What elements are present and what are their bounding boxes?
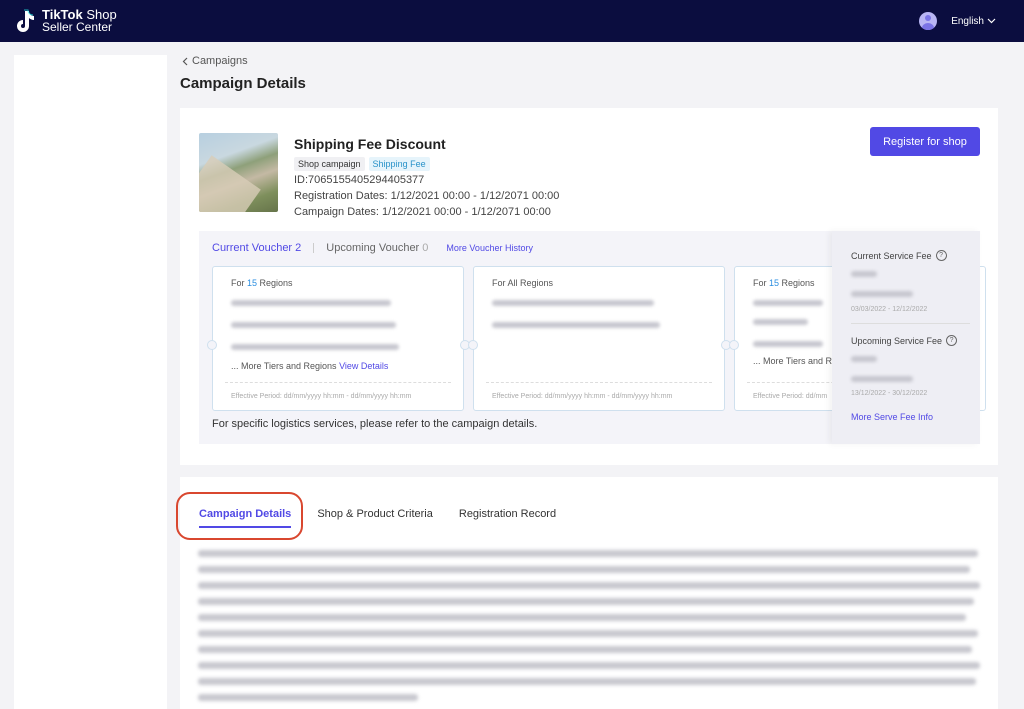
blurred-description — [198, 550, 978, 557]
more-tiers-text: ... More Tiers and Regions — [231, 361, 340, 371]
blurred-description — [198, 582, 980, 589]
blurred-description — [198, 678, 976, 685]
blurred-fee — [851, 291, 913, 297]
help-icon[interactable]: ? — [935, 250, 947, 261]
language-selector[interactable]: English — [951, 16, 996, 27]
blurred-tier — [231, 300, 391, 306]
top-bar: TikTok Shop Seller Center English — [0, 0, 1024, 42]
card-notch — [207, 340, 217, 350]
tiktok-logo-icon — [17, 9, 34, 32]
blurred-description — [198, 598, 974, 605]
voucher-region-suffix: Regions — [257, 278, 293, 288]
tab-shop-product-criteria[interactable]: Shop & Product Criteria — [317, 508, 433, 520]
tag-shop-campaign: Shop campaign — [294, 157, 365, 171]
voucher-region-prefix: For — [231, 278, 248, 288]
breadcrumb-campaigns[interactable]: Campaigns — [192, 55, 248, 67]
blurred-description — [198, 630, 978, 637]
registration-dates: Registration Dates: 1/12/2021 00:00 - 1/… — [294, 190, 560, 202]
chevron-down-icon — [987, 18, 996, 24]
effective-period: Effective Period: dd/mm — [753, 393, 828, 400]
voucher-region-prefix: For — [753, 278, 770, 288]
chevron-left-icon — [182, 57, 188, 65]
blurred-fee — [851, 271, 877, 277]
blurred-fee — [851, 376, 913, 382]
current-service-fee-label: Current Service Fee — [851, 250, 932, 261]
blurred-description — [198, 694, 418, 701]
user-avatar[interactable] — [919, 12, 938, 30]
blurred-description — [198, 566, 970, 573]
current-fee-dates: 03/03/2022 - 12/12/2022 — [851, 306, 928, 313]
tab-upcoming-voucher[interactable]: Upcoming Voucher 0 — [326, 242, 428, 254]
voucher-card: For All Regions Effective Period: dd/mm/… — [473, 266, 725, 411]
upcoming-service-fee-label: Upcoming Service Fee — [851, 335, 943, 346]
tag-shipping-fee: Shipping Fee — [368, 157, 430, 171]
card-notch — [468, 340, 478, 350]
voucher-section: Current Voucher 2 Upcoming Voucher 0 Mor… — [199, 231, 986, 444]
upcoming-voucher-label: Upcoming Voucher — [326, 242, 420, 254]
blurred-description — [198, 614, 966, 621]
card-notch — [729, 340, 739, 350]
more-service-fee-info-link[interactable]: More Serve Fee Info — [851, 412, 933, 422]
language-label: English — [951, 15, 984, 27]
upcoming-voucher-count: 0 — [422, 242, 429, 254]
upcoming-fee-dates: 13/12/2022 - 30/12/2022 — [851, 390, 928, 397]
tab-divider — [313, 243, 315, 253]
effective-period: Effective Period: dd/mm/yyyy hh:mm - dd/… — [492, 393, 673, 400]
divider — [225, 382, 451, 383]
blurred-description — [198, 646, 972, 653]
campaign-thumbnail — [199, 133, 278, 212]
campaign-dates: Campaign Dates: 1/12/2021 00:00 - 1/12/2… — [294, 206, 551, 218]
blurred-tier — [231, 344, 399, 350]
divider — [851, 323, 970, 324]
logistics-note: For specific logistics services, please … — [212, 418, 538, 430]
campaign-name: Shipping Fee Discount — [294, 136, 446, 152]
details-tabs: Campaign Details Shop & Product Criteria… — [199, 508, 556, 528]
blurred-tier — [753, 341, 823, 347]
blurred-tier — [492, 322, 660, 328]
blurred-fee — [851, 356, 877, 362]
tab-registration-record[interactable]: Registration Record — [459, 508, 556, 520]
register-for-shop-button[interactable]: Register for shop — [870, 127, 980, 156]
help-icon[interactable]: ? — [946, 335, 958, 346]
tab-campaign-details[interactable]: Campaign Details — [199, 508, 292, 528]
voucher-region-suffix: Regions — [779, 278, 815, 288]
tab-current-voucher[interactable]: Current Voucher 2 — [212, 242, 301, 254]
more-tiers-text: ... More Tiers and R — [753, 356, 833, 366]
brand-subtitle: Seller Center — [42, 20, 113, 34]
campaign-id: ID:7065155405294405377 — [294, 174, 425, 186]
blurred-tier — [231, 322, 396, 328]
more-voucher-history-link[interactable]: More Voucher History — [446, 243, 533, 253]
voucher-card: For 15 Regions ... More Tiers and Region… — [212, 266, 464, 411]
service-fee-panel: Current Service Fee? 03/03/2022 - 12/12/… — [832, 231, 980, 444]
view-details-link[interactable]: View Details — [339, 361, 388, 371]
voucher-region-prefix: For All Regions — [492, 278, 554, 288]
divider — [486, 382, 712, 383]
page-title: Campaign Details — [180, 75, 306, 92]
campaign-summary-card: Shipping Fee Discount Shop campaign Ship… — [180, 108, 998, 465]
effective-period: Effective Period: dd/mm/yyyy hh:mm - dd/… — [231, 393, 412, 400]
breadcrumb[interactable]: Campaigns — [182, 55, 248, 67]
campaign-details-card: Campaign Details Shop & Product Criteria… — [176, 477, 998, 709]
sidebar — [14, 55, 167, 709]
voucher-region-count: 15 — [769, 278, 780, 288]
blurred-tier — [753, 319, 808, 325]
voucher-region-count: 15 — [247, 278, 258, 288]
blurred-tier — [753, 300, 823, 306]
blurred-tier — [492, 300, 654, 306]
blurred-description — [198, 662, 980, 669]
tiktok-shop-logo[interactable]: TikTok Shop Seller Center — [14, 8, 117, 34]
